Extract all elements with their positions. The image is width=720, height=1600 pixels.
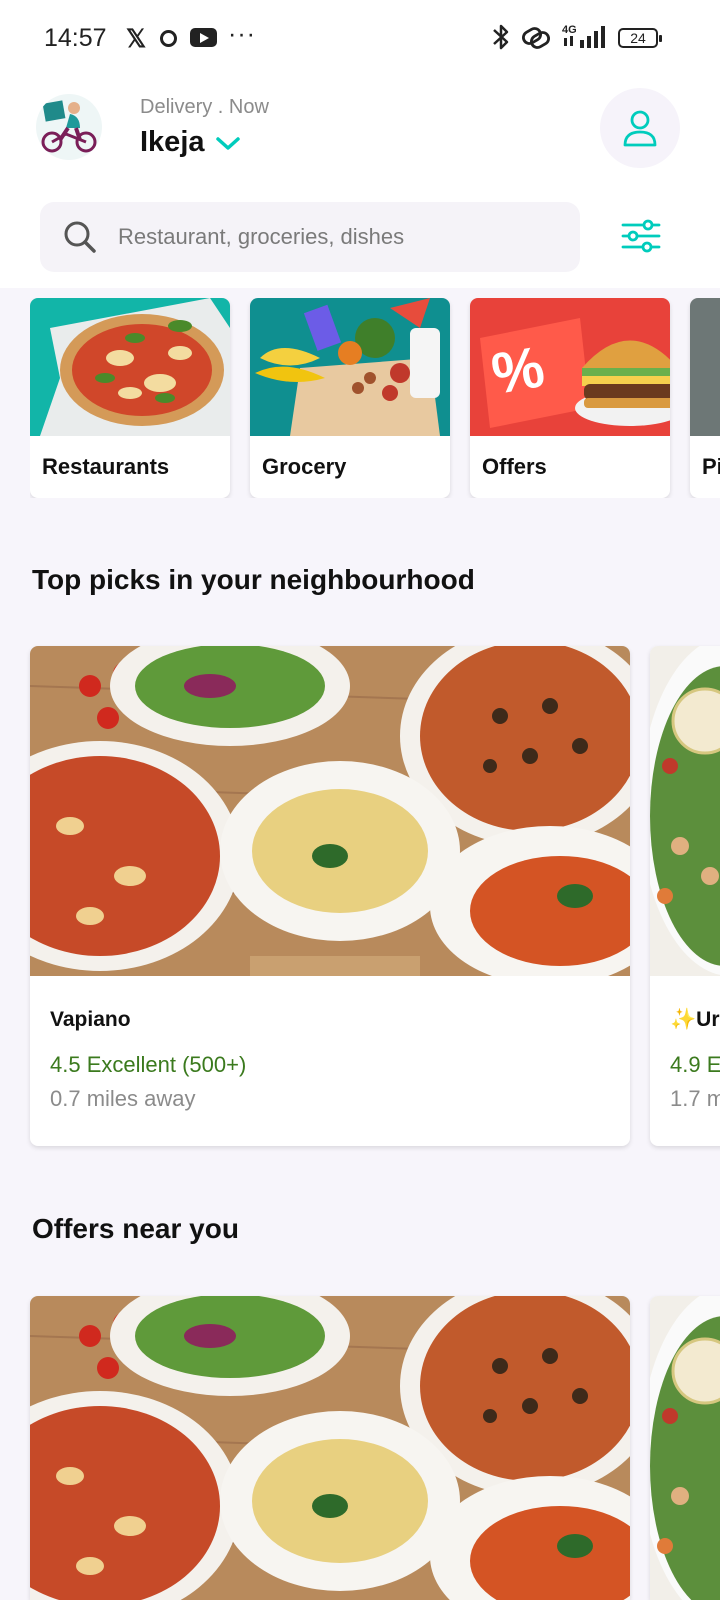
account-button[interactable]: [600, 88, 680, 168]
restaurant-image: [30, 1296, 630, 1600]
search-icon: [62, 219, 98, 255]
app-header: Delivery . Now Ikeja: [0, 78, 720, 288]
category-label: Pi: [702, 454, 720, 479]
chevron-down-icon: [215, 136, 240, 150]
offer-card-next[interactable]: [650, 1296, 720, 1600]
restaurant-name: Vapiano: [50, 1008, 131, 1031]
section-title: Top picks in your neighbourhood: [32, 564, 475, 595]
x-icon: 𝕏: [126, 25, 147, 53]
restaurant-image: [650, 1296, 720, 1600]
battery-icon: 24: [618, 28, 662, 48]
restaurant-card-next[interactable]: ✨Ur 4.9 E 1.7 m: [650, 646, 720, 1146]
link-icon: [522, 27, 550, 49]
restaurant-distance: 0.7 miles away: [50, 1086, 196, 1111]
restaurant-image: [650, 646, 720, 976]
category-carousel[interactable]: Restaurants Grocery % Offers Pi: [30, 298, 720, 498]
status-time: 14:57: [44, 24, 107, 52]
category-offers[interactable]: % Offers: [470, 298, 670, 498]
delivery-time-label: Delivery . Now: [140, 96, 269, 118]
ring-icon: [160, 30, 177, 47]
network-type: 4G: [562, 24, 577, 36]
pizza-image: [30, 298, 230, 436]
category-label: Offers: [482, 454, 547, 479]
search-input[interactable]: [118, 224, 578, 250]
status-bar: 14:57 𝕏 ··· 4G 24: [0, 0, 720, 78]
category-image: [690, 298, 720, 436]
section-title: Offers near you: [32, 1213, 239, 1244]
signal-icon: 4G: [562, 24, 605, 48]
restaurant-distance: 1.7 m: [670, 1086, 720, 1111]
grocery-image: [250, 298, 450, 436]
restaurant-image: [30, 646, 630, 976]
youtube-icon: [190, 28, 217, 47]
restaurant-rating: 4.5 Excellent (500+): [50, 1052, 247, 1077]
battery-level: 24: [630, 30, 646, 46]
restaurant-name: ✨Ur: [670, 1008, 720, 1031]
category-label: Restaurants: [42, 454, 170, 479]
filter-icon[interactable]: [620, 218, 662, 254]
category-label: Grocery: [262, 454, 347, 479]
more-notifications-icon: ···: [228, 20, 256, 48]
offer-card[interactable]: [30, 1296, 630, 1600]
user-icon: [623, 110, 657, 147]
rider-logo: [36, 94, 102, 160]
category-grocery[interactable]: Grocery: [250, 298, 450, 498]
location-name: Ikeja: [140, 126, 205, 158]
search-bar[interactable]: [40, 202, 580, 272]
category-restaurants[interactable]: Restaurants: [30, 298, 230, 498]
category-fourth[interactable]: Pi: [690, 298, 720, 498]
restaurant-rating: 4.9 E: [670, 1052, 720, 1077]
restaurant-card-vapiano[interactable]: Vapiano 4.5 Excellent (500+) 0.7 miles a…: [30, 646, 630, 1146]
offers-image: %: [470, 298, 670, 436]
location-selector[interactable]: Ikeja: [140, 126, 241, 159]
bluetooth-icon: [493, 24, 509, 50]
